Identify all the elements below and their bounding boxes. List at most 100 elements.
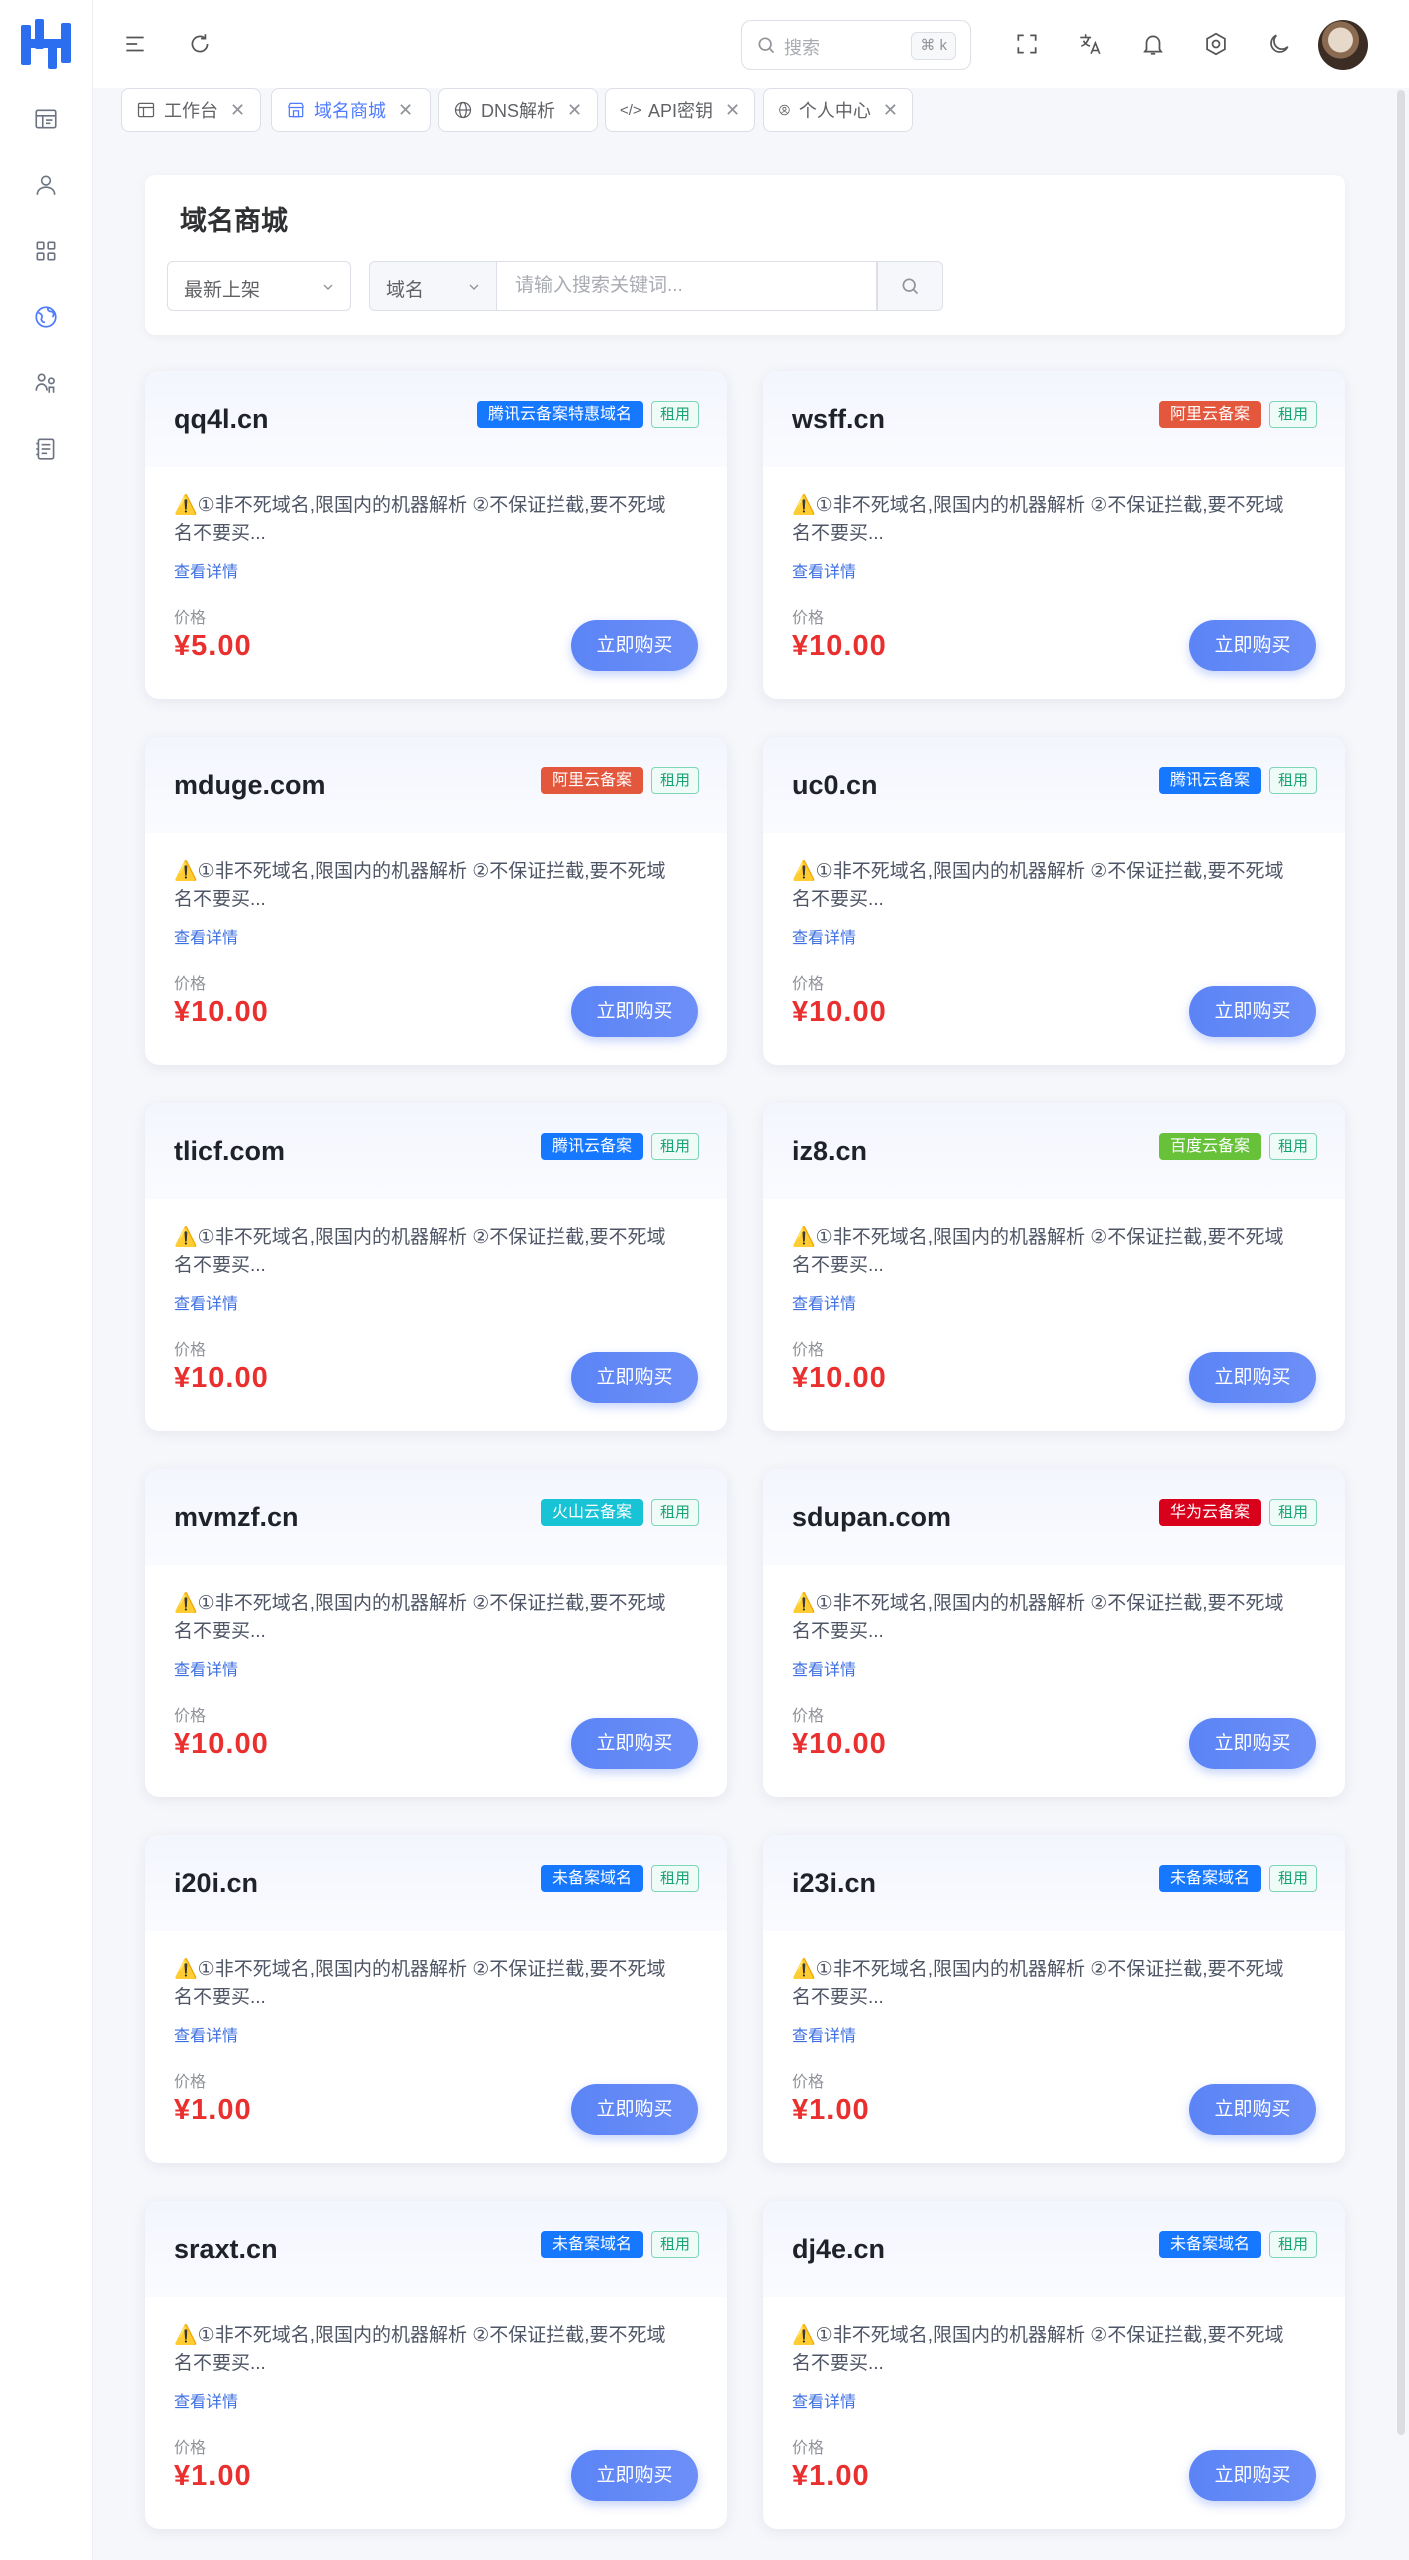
language-button[interactable] [1070, 24, 1110, 64]
card-badges: 腾讯云备案 租用 [1158, 767, 1317, 794]
refresh-button[interactable] [180, 24, 220, 64]
domain-description: ⚠️①非不死域名,限国内的机器解析 ②不保证拦截,要不死域名不要买... [174, 861, 666, 910]
price-label: 价格 [174, 610, 207, 627]
buy-now-button[interactable]: 立即购买 [571, 620, 698, 671]
buy-now-button[interactable]: 立即购买 [1189, 620, 1316, 671]
tab-domain-store[interactable]: 域名商城 ✕ [271, 88, 431, 132]
view-detail-link[interactable]: 查看详情 [174, 1290, 238, 1314]
sort-select-value: 最新上架 [184, 280, 261, 301]
app-logo[interactable] [17, 15, 75, 73]
domain-card: tlicf.com 腾讯云备案 租用 ⚠️①非不死域名,限国内的机器解析 ②不保… [145, 1103, 727, 1431]
view-detail-link[interactable]: 查看详情 [174, 2388, 238, 2412]
buy-now-button[interactable]: 立即购买 [571, 2450, 698, 2501]
tab-label: DNS解析 [481, 101, 556, 121]
card-badges: 腾讯云备案 租用 [540, 1133, 699, 1160]
gear-icon [1206, 32, 1226, 56]
tab-dashboard[interactable]: 工作台 ✕ [121, 88, 261, 132]
domain-card: qq4l.cn 腾讯云备案特惠域名 租用 ⚠️①非不死域名,限国内的机器解析 ②… [145, 371, 727, 699]
domain-name: wsff.cn [792, 404, 886, 434]
tab-label: 个人中心 [798, 101, 871, 121]
domain-name: i20i.cn [174, 1868, 259, 1898]
buy-now-button[interactable]: 立即购买 [1189, 986, 1316, 1037]
price-label: 价格 [174, 976, 207, 993]
card-badges: 未备案域名 租用 [1158, 1865, 1317, 1892]
view-detail-link[interactable]: 查看详情 [792, 2022, 856, 2046]
sidebar-item-user[interactable] [26, 165, 66, 205]
domain-price: ¥1.00 [174, 2094, 252, 2126]
search-icon [758, 37, 775, 54]
page-scrollbar[interactable] [1397, 90, 1405, 2435]
registry-badge: 未备案域名 [540, 2231, 643, 2258]
registry-badge: 腾讯云备案 [1158, 767, 1261, 794]
close-icon[interactable]: ✕ [883, 100, 898, 121]
close-icon[interactable]: ✕ [398, 100, 413, 121]
global-search[interactable]: 搜索 ⌘ k [741, 20, 971, 70]
domain-description: ⚠️①非不死域名,限国内的机器解析 ②不保证拦截,要不死域名不要买... [174, 1593, 666, 1642]
bell-icon [1143, 35, 1163, 55]
buy-now-button[interactable]: 立即购买 [571, 986, 698, 1037]
price-label: 价格 [792, 1342, 825, 1359]
keyword-input[interactable] [513, 262, 857, 310]
user-icon [36, 175, 56, 195]
notifications-button[interactable] [1133, 24, 1173, 64]
dashboard-icon [35, 109, 57, 129]
menu-toggle-button[interactable] [115, 24, 155, 64]
search-icon [902, 278, 919, 295]
domain-name: qq4l.cn [174, 404, 269, 434]
sidebar-item-apps[interactable] [26, 231, 66, 271]
rent-badge: 租用 [1268, 401, 1317, 428]
moon-icon [1270, 34, 1289, 53]
buy-now-button[interactable]: 立即购买 [1189, 2450, 1316, 2501]
price-label: 价格 [792, 610, 825, 627]
sidebar-item-dashboard[interactable] [26, 99, 66, 139]
search-type-select[interactable]: 域名 [369, 261, 497, 311]
settings-button[interactable] [1196, 24, 1236, 64]
refresh-icon [191, 34, 209, 53]
buy-now-button[interactable]: 立即购买 [1189, 1718, 1316, 1769]
close-icon[interactable]: ✕ [567, 100, 582, 121]
view-detail-link[interactable]: 查看详情 [792, 924, 856, 948]
sidebar-item-team[interactable] [26, 363, 66, 403]
card-badges: 华为云备案 租用 [1158, 1499, 1317, 1526]
sort-select[interactable]: 最新上架 [167, 261, 351, 311]
fullscreen-button[interactable] [1007, 24, 1047, 64]
buy-now-button[interactable]: 立即购买 [571, 2084, 698, 2135]
domain-card: dj4e.cn 未备案域名 租用 ⚠️①非不死域名,限国内的机器解析 ②不保证拦… [763, 2201, 1345, 2529]
tab-profile[interactable]: 个人中心 ✕ [763, 88, 913, 132]
close-icon[interactable]: ✕ [725, 100, 740, 121]
domain-price: ¥1.00 [174, 2460, 252, 2492]
view-detail-link[interactable]: 查看详情 [792, 2388, 856, 2412]
domain-card: mvmzf.cn 火山云备案 租用 ⚠️①非不死域名,限国内的机器解析 ②不保证… [145, 1469, 727, 1797]
sidebar-item-docs[interactable] [26, 429, 66, 469]
view-detail-link[interactable]: 查看详情 [174, 1656, 238, 1680]
rent-badge: 租用 [650, 767, 699, 794]
price-label: 价格 [174, 1342, 207, 1359]
domain-price: ¥10.00 [792, 630, 887, 662]
search-placeholder: 搜索 [784, 38, 820, 58]
domain-description: ⚠️①非不死域名,限国内的机器解析 ②不保证拦截,要不死域名不要买... [792, 1959, 1284, 2008]
close-icon[interactable]: ✕ [230, 100, 245, 121]
price-label: 价格 [792, 2074, 825, 2091]
view-detail-link[interactable]: 查看详情 [174, 2022, 238, 2046]
tab-dns[interactable]: DNS解析 ✕ [438, 88, 598, 132]
filter-panel: 域名商城 最新上架 域名 [145, 175, 1345, 335]
buy-now-button[interactable]: 立即购买 [1189, 1352, 1316, 1403]
theme-toggle-button[interactable] [1259, 24, 1299, 64]
top-bar: 搜索 ⌘ k [93, 0, 1409, 88]
view-detail-link[interactable]: 查看详情 [792, 1290, 856, 1314]
view-detail-link[interactable]: 查看详情 [174, 924, 238, 948]
buy-now-button[interactable]: 立即购买 [571, 1352, 698, 1403]
domain-price: ¥10.00 [174, 1362, 269, 1394]
user-avatar[interactable] [1318, 20, 1368, 70]
sidebar-item-domains[interactable] [26, 297, 66, 337]
buy-now-button[interactable]: 立即购买 [571, 1718, 698, 1769]
globe-icon [454, 101, 472, 119]
buy-now-button[interactable]: 立即购买 [1189, 2084, 1316, 2135]
view-detail-link[interactable]: 查看详情 [792, 1656, 856, 1680]
rent-badge: 租用 [1268, 1499, 1317, 1526]
tab-api-keys[interactable]: </> API密钥 ✕ [605, 88, 755, 132]
card-badges: 未备案域名 租用 [540, 1865, 699, 1892]
search-button[interactable] [877, 261, 943, 311]
view-detail-link[interactable]: 查看详情 [174, 558, 238, 582]
view-detail-link[interactable]: 查看详情 [792, 558, 856, 582]
